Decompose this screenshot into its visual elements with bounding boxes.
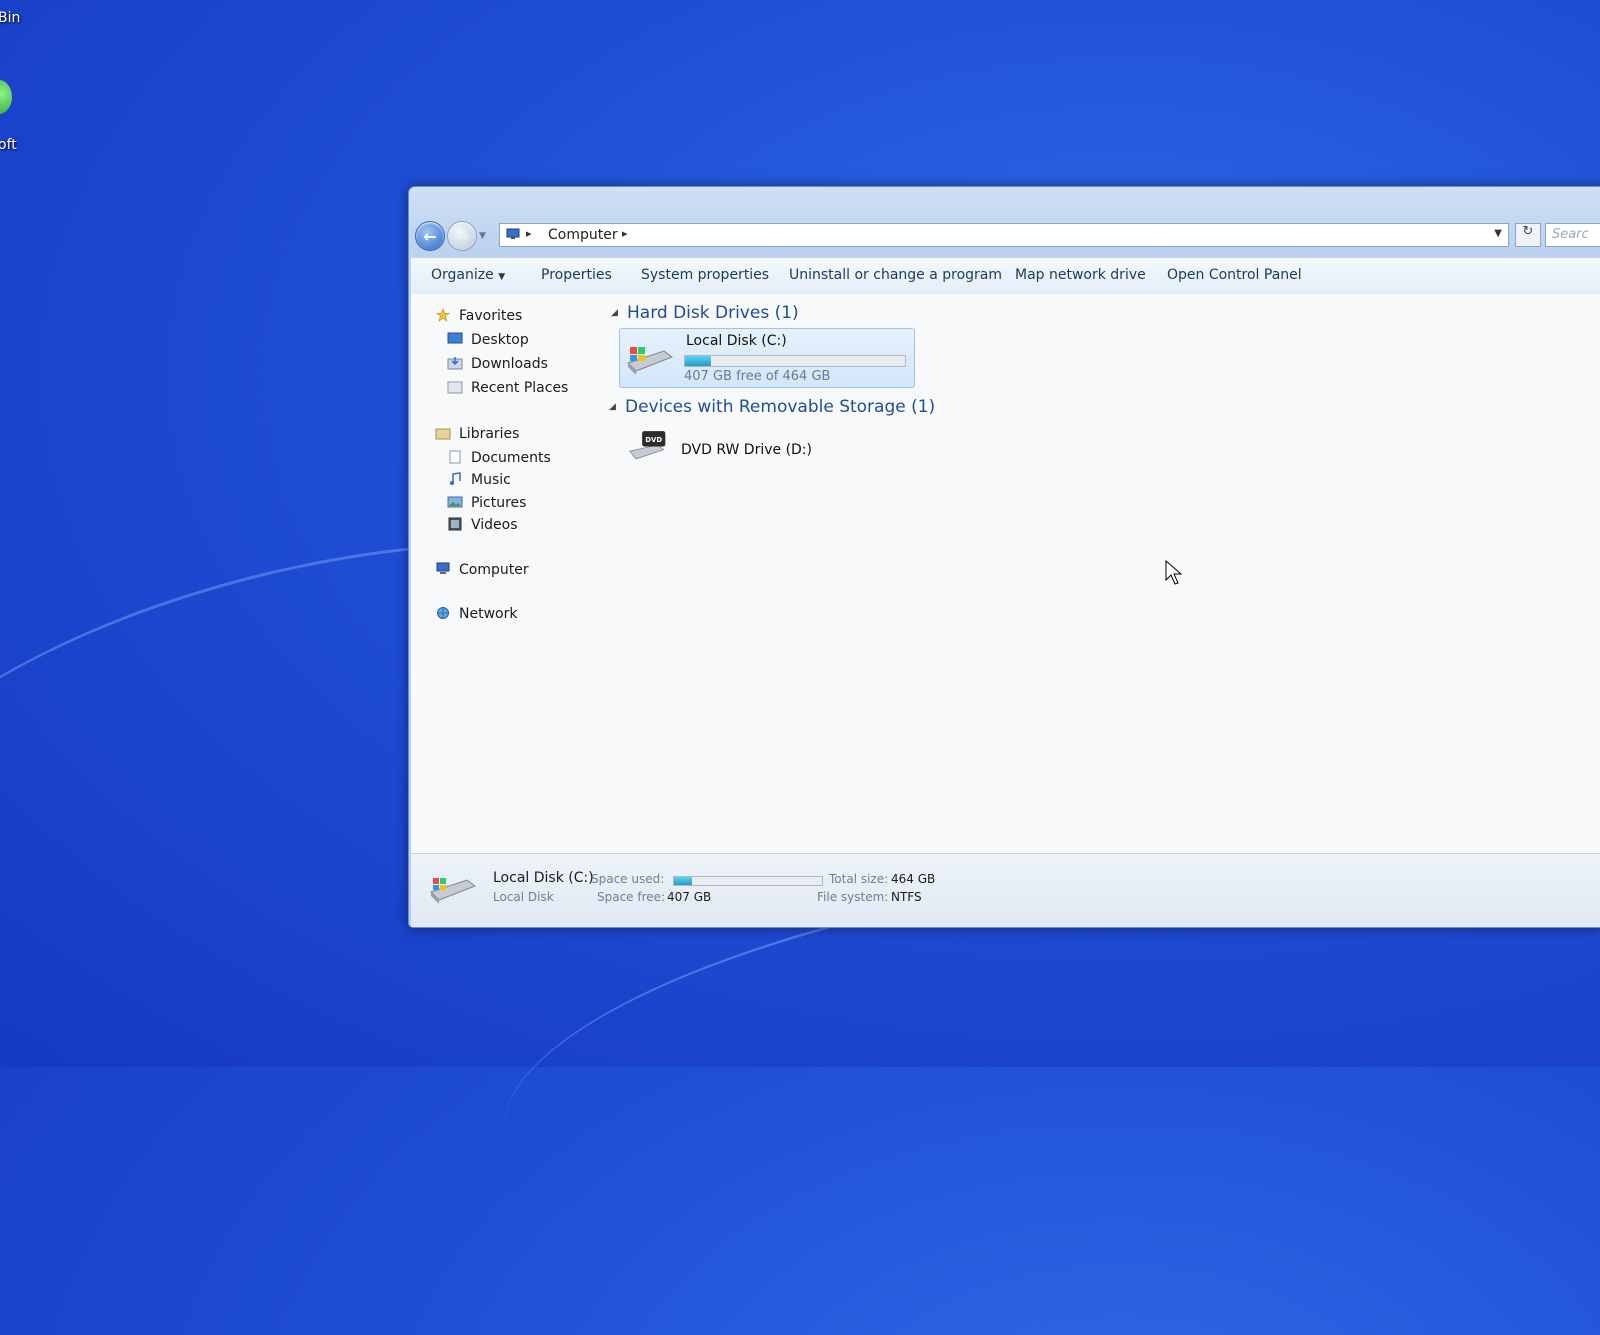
total-size-value: 464 GB bbox=[891, 872, 936, 886]
address-bar[interactable]: ▸ Computer ▸ ▼ bbox=[499, 223, 1509, 247]
space-used-bar bbox=[673, 876, 823, 886]
back-arrow-icon: ← bbox=[423, 226, 437, 246]
star-icon bbox=[436, 308, 450, 322]
desktop-icon bbox=[447, 332, 463, 344]
nav-network[interactable]: Network bbox=[459, 606, 517, 622]
group-header-hard-disk-drives[interactable]: Hard Disk Drives (1) bbox=[627, 303, 799, 323]
nav-downloads[interactable]: Downloads bbox=[471, 356, 548, 372]
uninstall-program-button[interactable]: Uninstall or change a program bbox=[789, 267, 1002, 283]
address-dropdown-icon[interactable]: ▼ bbox=[1494, 228, 1502, 239]
command-bar: Organize ▼ Properties System properties … bbox=[411, 257, 1600, 295]
breadcrumb-arrow-icon[interactable]: ▸ bbox=[622, 227, 628, 240]
details-pane: Local Disk (C:) Local Disk Space used: S… bbox=[411, 853, 1600, 927]
system-properties-button[interactable]: System properties bbox=[641, 267, 769, 283]
nav-videos[interactable]: Videos bbox=[471, 517, 518, 533]
drive-name: DVD RW Drive (D:) bbox=[681, 442, 812, 458]
computer-icon bbox=[506, 228, 520, 239]
collapse-triangle-icon[interactable]: ◢ bbox=[609, 402, 616, 412]
videos-icon bbox=[448, 517, 462, 531]
space-free-value: 407 GB bbox=[667, 890, 712, 904]
recent-places-icon bbox=[447, 381, 463, 394]
content-area: Favorites Desktop Downloads Recent Place… bbox=[411, 294, 1600, 853]
properties-button[interactable]: Properties bbox=[541, 267, 612, 283]
navigation-pane: Favorites Desktop Downloads Recent Place… bbox=[411, 294, 601, 853]
recent-pages-chevron-icon[interactable]: ▼ bbox=[479, 231, 486, 241]
nav-pictures[interactable]: Pictures bbox=[471, 495, 526, 511]
details-drive-type: Local Disk bbox=[493, 890, 554, 904]
network-icon bbox=[437, 607, 449, 619]
libraries-icon bbox=[435, 428, 451, 440]
space-free-label: Space free: bbox=[597, 890, 666, 904]
desktop-icon-label[interactable]: oft bbox=[0, 137, 17, 153]
nav-documents[interactable]: Documents bbox=[471, 450, 551, 466]
chevron-down-icon: ▼ bbox=[498, 272, 506, 282]
forward-button[interactable]: → bbox=[447, 221, 477, 251]
drive-usage-fill bbox=[685, 356, 712, 366]
nav-recent-places[interactable]: Recent Places bbox=[471, 380, 568, 396]
forward-arrow-icon: → bbox=[455, 226, 469, 246]
back-button[interactable]: ← bbox=[415, 221, 445, 251]
drive-tile-local-disk-c[interactable]: Local Disk (C:) 407 GB free of 464 GB bbox=[619, 328, 915, 388]
mouse-cursor-icon bbox=[1165, 560, 1183, 585]
space-used-fill bbox=[674, 877, 692, 885]
refresh-button[interactable]: ↻ bbox=[1515, 223, 1541, 247]
total-size-label: Total size: bbox=[829, 872, 889, 886]
desktop-icon-label-recycle-bin[interactable]: Bin bbox=[0, 10, 20, 26]
details-drive-name: Local Disk (C:) bbox=[493, 870, 594, 886]
organize-button[interactable]: Organize ▼ bbox=[431, 267, 505, 283]
navigation-bar: ← → ▼ ▸ Computer ▸ ▼ ↻ Searc bbox=[409, 215, 1600, 255]
drive-tile-dvd-d[interactable]: DVD DVD RW Drive (D:) bbox=[619, 426, 879, 476]
nav-music[interactable]: Music bbox=[471, 472, 511, 488]
collapse-triangle-icon[interactable]: ◢ bbox=[611, 308, 618, 318]
search-input[interactable]: Searc bbox=[1545, 223, 1600, 247]
breadcrumb-computer[interactable]: Computer bbox=[548, 227, 618, 243]
file-system-value: NTFS bbox=[891, 890, 922, 904]
drive-free-space: 407 GB free of 464 GB bbox=[684, 369, 831, 384]
breadcrumb-arrow-icon[interactable]: ▸ bbox=[526, 227, 532, 240]
file-list: ◢ Hard Disk Drives (1) Local Disk (C:) 4… bbox=[601, 294, 1600, 853]
nav-computer[interactable]: Computer bbox=[459, 562, 529, 578]
nav-desktop[interactable]: Desktop bbox=[471, 332, 529, 348]
group-header-removable-storage[interactable]: Devices with Removable Storage (1) bbox=[625, 397, 935, 417]
hard-disk-icon bbox=[430, 878, 477, 904]
space-used-label: Space used: bbox=[591, 872, 665, 886]
organize-label: Organize bbox=[431, 267, 494, 283]
documents-icon bbox=[449, 450, 461, 464]
music-icon bbox=[450, 472, 461, 485]
drive-usage-bar bbox=[684, 355, 906, 367]
desktop-app-icon[interactable] bbox=[0, 80, 12, 114]
nav-libraries[interactable]: Libraries bbox=[459, 426, 519, 442]
dvd-badge: DVD bbox=[645, 436, 662, 444]
file-system-label: File system: bbox=[817, 890, 889, 904]
hard-disk-icon bbox=[627, 347, 674, 375]
dvd-drive-icon: DVD bbox=[629, 431, 666, 460]
refresh-icon: ↻ bbox=[1522, 224, 1534, 239]
map-network-drive-button[interactable]: Map network drive bbox=[1015, 267, 1146, 283]
pictures-icon bbox=[447, 496, 463, 508]
nav-favorites[interactable]: Favorites bbox=[459, 308, 522, 324]
open-control-panel-button[interactable]: Open Control Panel bbox=[1167, 267, 1302, 283]
explorer-window: ← → ▼ ▸ Computer ▸ ▼ ↻ Searc Organize ▼ … bbox=[408, 186, 1600, 928]
drive-name: Local Disk (C:) bbox=[686, 333, 787, 349]
computer-icon bbox=[436, 562, 450, 574]
downloads-icon bbox=[447, 357, 463, 370]
